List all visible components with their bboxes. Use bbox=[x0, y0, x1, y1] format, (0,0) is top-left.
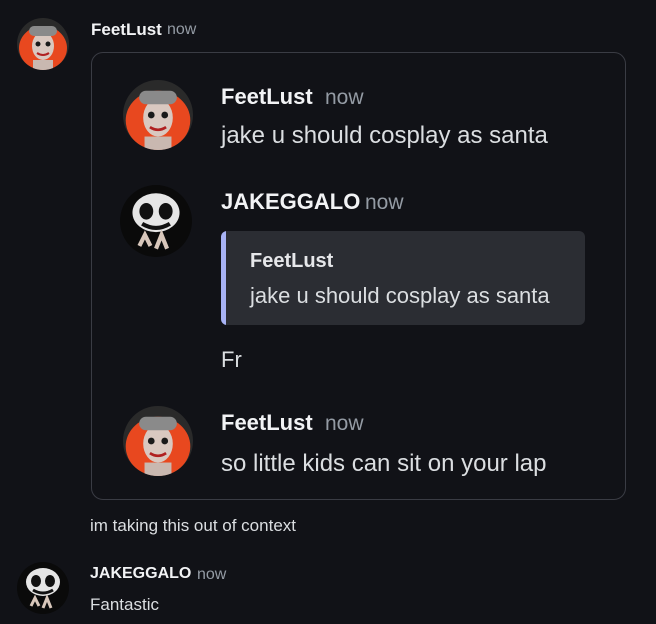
avatar-feetlust[interactable] bbox=[123, 406, 193, 476]
message-text: jake u should cosplay as santa bbox=[221, 122, 548, 149]
timestamp: now bbox=[197, 566, 227, 583]
message-text: Fr bbox=[221, 347, 242, 372]
clown-redhair-avatar-icon bbox=[123, 406, 193, 476]
timestamp: now bbox=[365, 191, 404, 214]
avatar-jakeggalo[interactable] bbox=[120, 185, 192, 257]
timestamp: now bbox=[167, 21, 197, 38]
author-name[interactable]: FeetLust bbox=[221, 410, 313, 436]
quoted-reply[interactable]: FeetLust jake u should cosplay as santa bbox=[221, 231, 585, 325]
author-name[interactable]: FeetLust bbox=[91, 20, 162, 40]
quote-bar bbox=[221, 231, 226, 325]
clown-redhair-avatar-icon bbox=[123, 80, 193, 150]
author-name[interactable]: JAKEGGALO bbox=[221, 189, 360, 215]
author-name[interactable]: FeetLust bbox=[221, 84, 313, 110]
avatar-jakeggalo[interactable] bbox=[17, 562, 69, 614]
message-text: so little kids can sit on your lap bbox=[221, 450, 547, 477]
author-name[interactable]: JAKEGGALO bbox=[90, 565, 191, 583]
chat-screen: FeetLust now FeetLust now jake u should … bbox=[0, 0, 656, 624]
message-text: Fantastic bbox=[90, 595, 159, 614]
clown-redhair-avatar-icon bbox=[17, 18, 69, 70]
quoted-text: jake u should cosplay as santa bbox=[250, 283, 550, 308]
quoted-author: FeetLust bbox=[250, 250, 334, 272]
timestamp: now bbox=[325, 86, 364, 109]
clown-face-avatar-icon bbox=[17, 562, 69, 614]
avatar-feetlust[interactable] bbox=[123, 80, 193, 150]
avatar-feetlust[interactable] bbox=[17, 18, 69, 70]
clown-face-avatar-icon bbox=[120, 185, 192, 257]
message-text: im taking this out of context bbox=[90, 516, 296, 535]
timestamp: now bbox=[325, 412, 364, 435]
